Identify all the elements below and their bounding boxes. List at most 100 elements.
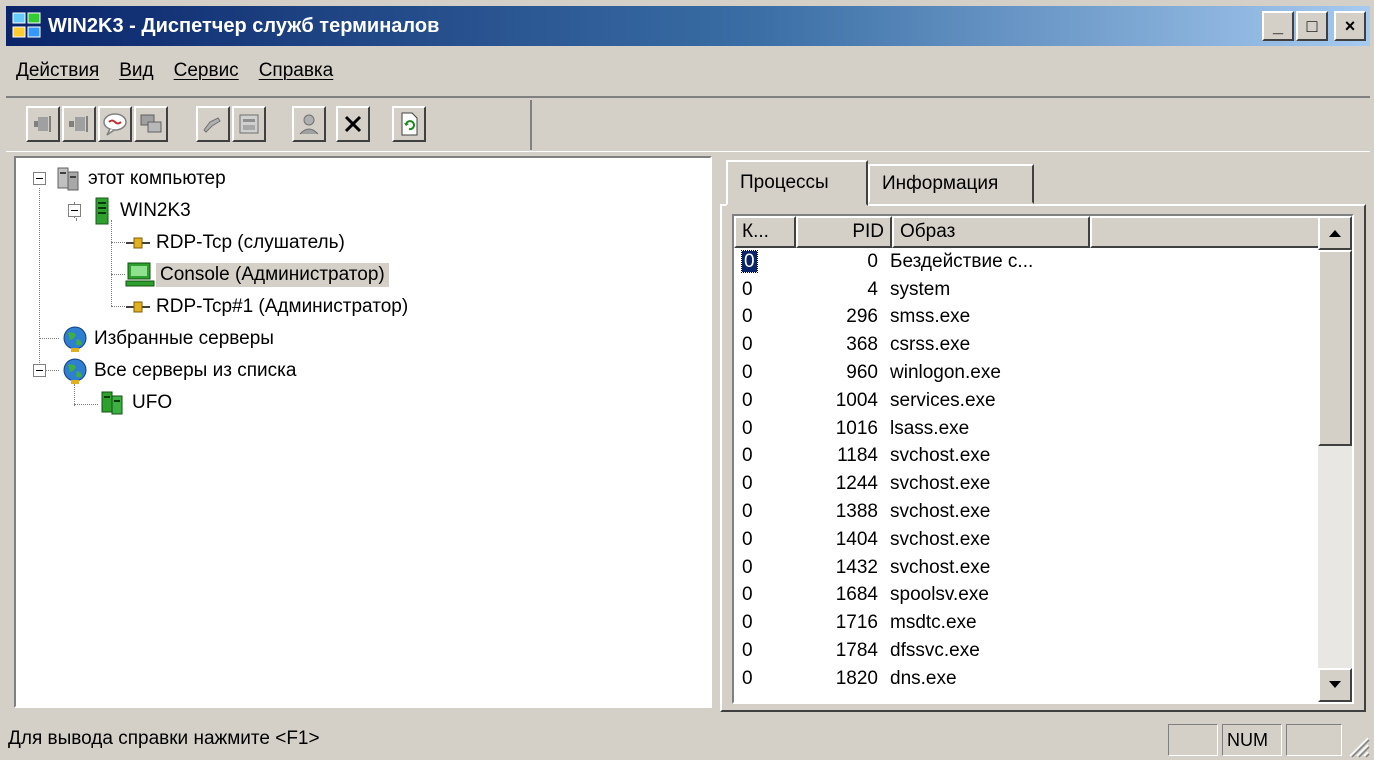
cell-image: spoolsv.exe	[890, 584, 989, 606]
cell-pid: 1684	[835, 584, 878, 606]
cell-pid: 960	[846, 362, 878, 384]
server-group-icon	[57, 167, 79, 191]
minimize-button[interactable]: _	[1262, 11, 1294, 41]
title-bar[interactable]: WIN2K3 - Диспетчер служб терминалов _ □ …	[6, 6, 1370, 46]
column-header-session[interactable]: К...	[734, 216, 796, 248]
tree-node-rdp-listener[interactable]: RDP-Tcp (слушатель)	[124, 228, 349, 258]
end-process-button[interactable]	[336, 106, 370, 142]
send-message-button[interactable]	[98, 106, 132, 142]
table-row[interactable]: 0 1716 msdtc.exe	[734, 609, 1332, 637]
column-header-pid[interactable]: PID	[796, 216, 892, 248]
cell-pid: 1820	[835, 667, 878, 689]
menu-view[interactable]: Вид	[109, 60, 163, 82]
cell-image: services.exe	[890, 389, 996, 411]
remote-control-button[interactable]	[134, 106, 168, 142]
tree-node-favorite-servers[interactable]: Избранные серверы	[60, 324, 278, 354]
column-header-empty	[1090, 216, 1336, 248]
message-icon	[103, 113, 127, 136]
cell-pid: 0	[867, 250, 878, 272]
vertical-scrollbar[interactable]	[1318, 216, 1352, 702]
cell-session-value: 0	[742, 556, 753, 578]
refresh-button[interactable]	[392, 106, 426, 142]
process-list[interactable]: К... PID Образ 0 0 Бездействие с... 0 4 syste…	[732, 214, 1354, 704]
tab-content: К... PID Образ 0 0 Бездействие с... 0 4 syste…	[720, 204, 1366, 712]
maximize-button[interactable]: □	[1296, 11, 1328, 41]
cell-session: 0	[734, 249, 794, 273]
cell-pid: 296	[846, 306, 878, 328]
cell-session: 0	[734, 640, 794, 662]
end-process-icon	[344, 115, 362, 133]
cell-session-value: 0	[742, 473, 753, 495]
table-row[interactable]: 0 4 system	[734, 276, 1332, 304]
logoff-icon	[299, 114, 319, 135]
list-header: К... PID Образ	[734, 216, 1336, 248]
cell-pid: 1388	[835, 501, 878, 523]
server-tree[interactable]: этот компьютер WIN2K3 RDP-Tcp (слушатель…	[14, 156, 712, 708]
menu-actions[interactable]: Действия	[6, 60, 109, 82]
tree-node-this-computer[interactable]: этот компьютер	[54, 164, 230, 194]
status-button[interactable]	[232, 106, 266, 142]
reset-icon	[203, 117, 221, 133]
cell-session-value: 0	[742, 501, 753, 523]
server-group-icon	[101, 391, 123, 415]
table-row[interactable]: 0 1820 dns.exe	[734, 665, 1332, 693]
logoff-button[interactable]	[292, 106, 326, 142]
cell-session: 0	[734, 390, 794, 412]
table-row[interactable]: 0 960 winlogon.exe	[734, 359, 1332, 387]
cell-pid: 1244	[835, 473, 878, 495]
expander-all-servers[interactable]	[33, 364, 46, 377]
tab-information[interactable]: Информация	[868, 164, 1034, 204]
cell-session: 0	[734, 362, 794, 384]
disconnect-icon	[69, 116, 88, 132]
table-row[interactable]: 0 1784 dfssvc.exe	[734, 637, 1332, 665]
table-row[interactable]: 0 1184 svchost.exe	[734, 443, 1332, 471]
table-row[interactable]: 0 0 Бездействие с...	[734, 248, 1332, 276]
table-row[interactable]: 0 1432 svchost.exe	[734, 554, 1332, 582]
tree-node-all-servers[interactable]: Все серверы из списка	[60, 356, 300, 386]
status-bar: Для вывода справки нажмите <F1> NUM	[0, 722, 1374, 760]
scroll-thumb[interactable]	[1318, 250, 1352, 446]
remote-control-icon	[140, 114, 162, 133]
process-rows: 0 0 Бездействие с... 0 4 system 0 296 smss.exe 0 3…	[734, 248, 1332, 702]
status-icon	[239, 114, 259, 134]
cell-image: lsass.exe	[890, 417, 970, 439]
table-row[interactable]: 0 1404 svchost.exe	[734, 526, 1332, 554]
menu-tools[interactable]: Сервис	[164, 60, 249, 82]
table-row[interactable]: 0 1388 svchost.exe	[734, 498, 1332, 526]
connect-icon	[34, 116, 51, 132]
expander-this-computer[interactable]	[33, 172, 46, 185]
tree-node-rdp-session[interactable]: RDP-Tcp#1 (Администратор)	[124, 292, 412, 322]
resize-grip-icon[interactable]	[1344, 732, 1370, 758]
table-row[interactable]: 0 1016 lsass.exe	[734, 415, 1332, 443]
tree-node-ufo[interactable]: UFO	[98, 388, 176, 418]
connect-button[interactable]	[26, 106, 60, 142]
table-row[interactable]: 0 1244 svchost.exe	[734, 470, 1332, 498]
expander-win2k3[interactable]	[68, 204, 81, 217]
cell-session: 0	[734, 501, 794, 523]
tab-processes[interactable]: Процессы	[726, 160, 868, 206]
table-row[interactable]: 0 296 smss.exe	[734, 304, 1332, 332]
tree-node-console[interactable]: Console (Администратор)	[124, 260, 389, 290]
scroll-down-button[interactable]	[1318, 668, 1352, 702]
column-header-image[interactable]: Образ	[892, 216, 1090, 248]
menu-help[interactable]: Справка	[249, 60, 344, 82]
reset-button[interactable]	[196, 106, 230, 142]
cell-session: 0	[734, 445, 794, 467]
disconnect-button[interactable]	[62, 106, 96, 142]
cell-pid: 368	[846, 334, 878, 356]
tree-node-win2k3[interactable]: WIN2K3	[88, 196, 195, 226]
scroll-up-button[interactable]	[1318, 216, 1352, 250]
tree-label: этот компьютер	[88, 168, 226, 189]
cell-image: svchost.exe	[890, 528, 991, 550]
cell-pid: 1004	[835, 389, 878, 411]
arrow-up-icon	[1329, 230, 1341, 237]
close-button[interactable]: ×	[1334, 11, 1366, 41]
status-panel-num: NUM	[1222, 724, 1282, 756]
table-row[interactable]: 0 1004 services.exe	[734, 387, 1332, 415]
cell-session: 0	[734, 529, 794, 551]
table-row[interactable]: 0 368 csrss.exe	[734, 331, 1332, 359]
window-title: WIN2K3 - Диспетчер служб терминалов	[48, 14, 440, 37]
table-row[interactable]: 0 1684 spoolsv.exe	[734, 582, 1332, 610]
cell-image: csrss.exe	[890, 334, 971, 356]
status-panel-caps	[1168, 724, 1218, 756]
